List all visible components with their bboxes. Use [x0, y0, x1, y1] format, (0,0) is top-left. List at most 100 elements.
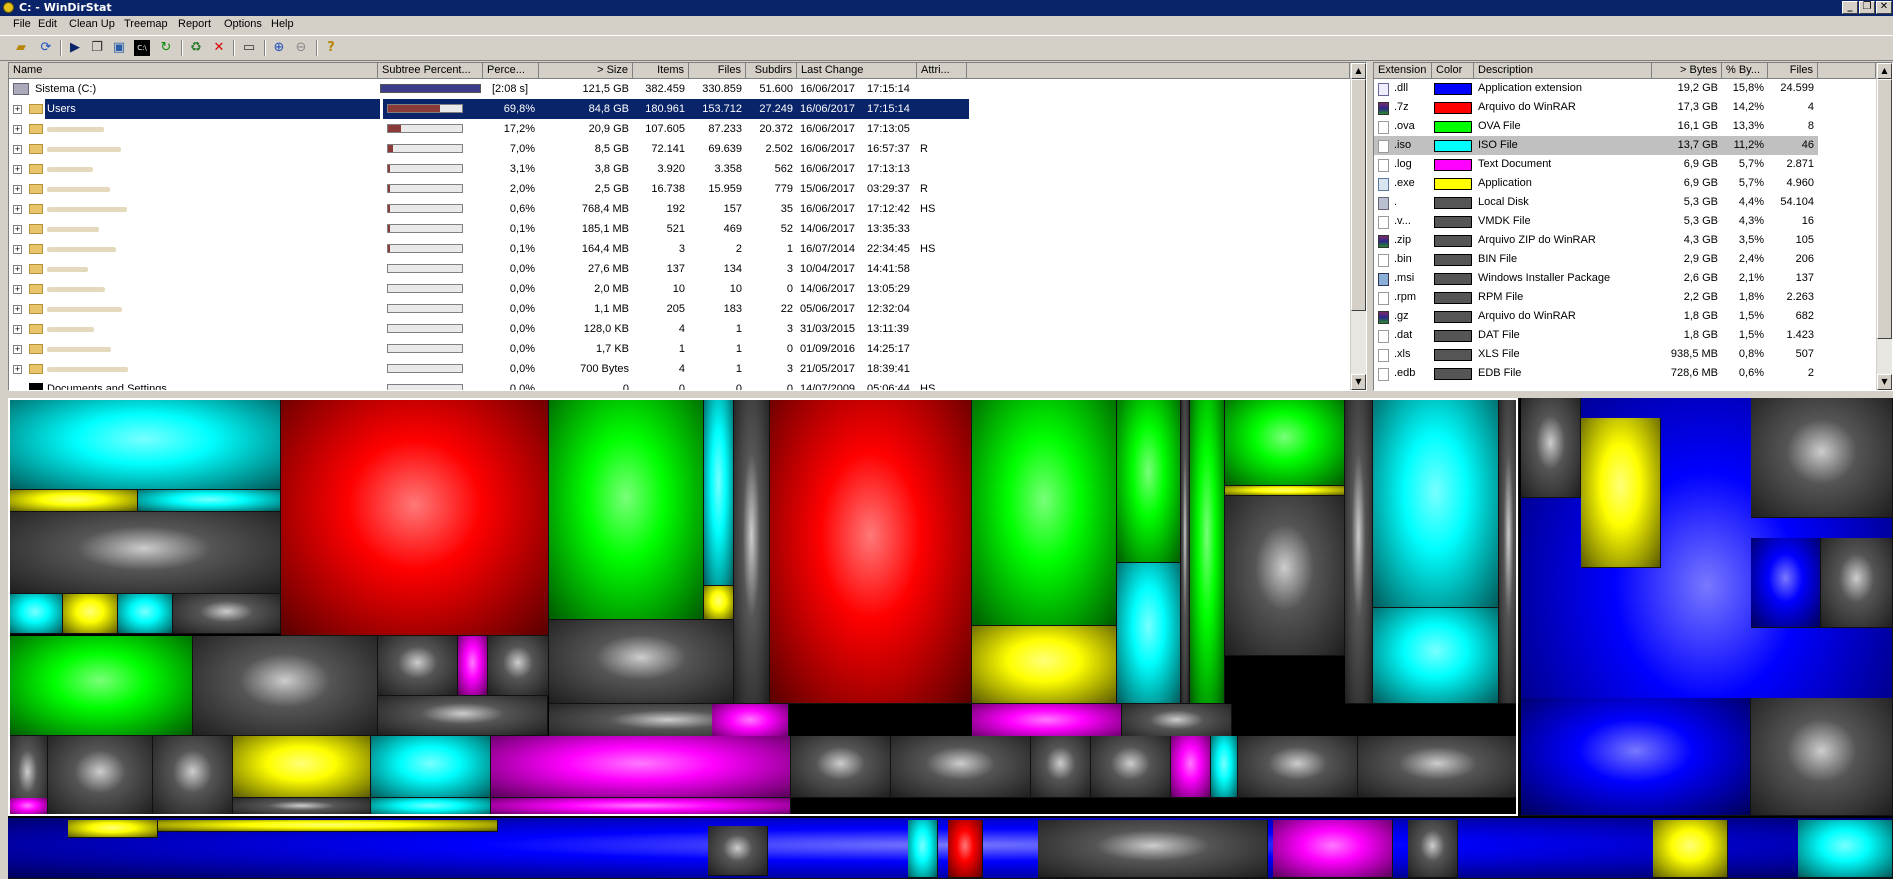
extension-row[interactable]: .edb EDB File 728,6 MB 0,6% 2	[1374, 364, 1818, 383]
scroll-thumb[interactable]	[1351, 79, 1366, 311]
col-header-attributes[interactable]: Attri...	[917, 63, 967, 79]
treemap-tile-other[interactable]	[1521, 398, 1581, 498]
treemap-tile-iso[interactable]	[1373, 608, 1499, 704]
extension-row[interactable]: .gz Arquivo do WinRAR 1,8 GB 1,5% 682	[1374, 307, 1818, 326]
treemap-tile-other[interactable]	[1225, 496, 1345, 656]
recycle-icon[interactable]: ♻	[188, 40, 204, 56]
extension-row[interactable]: . Local Disk 5,3 GB 4,4% 54.104	[1374, 193, 1818, 212]
treemap-tile-iso[interactable]	[704, 398, 734, 586]
expand-icon[interactable]: +	[13, 245, 22, 254]
treemap-tile-dll[interactable]	[1521, 698, 1751, 816]
treemap-tile-dll[interactable]	[1751, 538, 1821, 628]
menu-file[interactable]: File	[13, 18, 31, 30]
treemap-tile-other[interactable]	[1358, 736, 1518, 798]
treemap-tile-7z[interactable]	[770, 398, 972, 704]
treemap-tile-exe[interactable]	[233, 736, 371, 798]
treemap-tile-other[interactable]	[791, 736, 891, 798]
col-header-name[interactable]: Name	[9, 63, 378, 79]
help-icon[interactable]: ?	[323, 40, 339, 56]
treemap-tile-ova[interactable]	[8, 636, 193, 736]
col-header-items[interactable]: Items	[633, 63, 689, 79]
extension-row[interactable]: .exe Application 6,9 GB 5,7% 4.960	[1374, 174, 1818, 193]
menu-treemap[interactable]: Treemap	[124, 18, 168, 30]
treemap-tile-other[interactable]	[1091, 736, 1171, 798]
col-header-subdirs[interactable]: Subdirs	[746, 63, 797, 79]
extension-row[interactable]: .v... VMDK File 5,3 GB 4,3% 16	[1374, 212, 1818, 231]
expand-icon[interactable]: +	[13, 345, 22, 354]
treemap-tile-other[interactable]	[708, 826, 768, 876]
expand-icon[interactable]: +	[13, 205, 22, 214]
treemap-tile-log[interactable]	[712, 704, 789, 740]
ext-vertical-scrollbar[interactable]: ▲ ▼	[1876, 63, 1892, 390]
treemap-tile-other[interactable]	[1499, 398, 1519, 704]
tree-row[interactable]: +0,1% 185,1 MB 521 469 52 14/06/2017 13:35:33	[9, 219, 969, 239]
tree-row[interactable]: +0,0% 128,0 KB 4 1 3 31/03/2015 13:11:39	[9, 319, 969, 339]
treemap-tile-exe[interactable]	[63, 594, 118, 634]
expand-icon[interactable]: +	[13, 225, 22, 234]
menu-report[interactable]: Report	[178, 18, 211, 30]
treemap-tile-log[interactable]	[491, 736, 791, 798]
treemap-tile-other[interactable]	[1408, 820, 1458, 878]
scroll-up-button[interactable]: ▲	[1351, 63, 1366, 79]
tree-row[interactable]: +0,0% 1,7 KB 1 1 0 01/09/2016 14:25:17	[9, 339, 969, 359]
expand-icon[interactable]: +	[13, 125, 22, 134]
col-header-files[interactable]: Files	[1768, 63, 1818, 79]
menu-edit[interactable]: Edit	[38, 18, 57, 30]
treemap-tile-7z[interactable]	[948, 820, 983, 878]
scroll-down-button[interactable]: ▼	[1351, 374, 1366, 390]
cmd-icon[interactable]: C:\	[134, 40, 150, 56]
expand-icon[interactable]: +	[13, 325, 22, 334]
treemap-tile-iso[interactable]	[371, 736, 491, 798]
treemap-tile-log[interactable]	[8, 798, 48, 816]
copy-icon[interactable]: ❐	[89, 40, 105, 56]
extension-row[interactable]: .iso ISO File 13,7 GB 11,2% 46	[1374, 136, 1818, 155]
treemap-tile-log[interactable]	[458, 636, 488, 696]
col-header-percent[interactable]: Perce...	[483, 63, 539, 79]
col-header-description[interactable]: Description	[1474, 63, 1652, 79]
treemap-tile-exe[interactable]	[704, 586, 734, 620]
tree-row[interactable]: + Users 69,8% 84,8 GB 180.961 153.712 27.249 16…	[9, 99, 969, 119]
extension-row[interactable]: .dll Application extension 19,2 GB 15,8% 24.…	[1374, 79, 1818, 98]
expand-icon[interactable]: +	[13, 305, 22, 314]
minimize-button[interactable]: _	[1842, 1, 1858, 14]
tree-row[interactable]: +0,0% 1,1 MB 205 183 22 05/06/2017 12:32:04	[9, 299, 969, 319]
expand-icon[interactable]: +	[13, 185, 22, 194]
treemap-tile-iso[interactable]	[8, 398, 281, 490]
treemap-tile-other[interactable]	[891, 736, 1031, 798]
treemap-tile-ova[interactable]	[972, 398, 1117, 626]
treemap-view[interactable]	[8, 398, 1893, 879]
treemap-tile-7z[interactable]	[281, 398, 549, 636]
play-icon[interactable]: ▶	[67, 40, 83, 56]
treemap-tile-exe[interactable]	[1653, 820, 1728, 878]
treemap-tile-ova[interactable]	[1225, 398, 1345, 486]
extension-row[interactable]: .xls XLS File 938,5 MB 0,8% 507	[1374, 345, 1818, 364]
extension-row[interactable]: .zip Arquivo ZIP do WinRAR 4,3 GB 3,5% 105	[1374, 231, 1818, 250]
close-button[interactable]: ✕	[1876, 1, 1892, 14]
treemap-tile-other[interactable]	[1821, 538, 1893, 628]
treemap-tile-log[interactable]	[491, 798, 791, 816]
expand-icon[interactable]: +	[13, 165, 22, 174]
tree-row[interactable]: Documents and Settings 0,0% 0 0 0 0 14/07/2009…	[9, 379, 969, 390]
tree-row[interactable]: +0,0% 700 Bytes 4 1 3 21/05/2017 18:39:41	[9, 359, 969, 379]
tree-row[interactable]: +17,2% 20,9 GB 107.605 87.233 20.372 16/06/20…	[9, 119, 969, 139]
menu-help[interactable]: Help	[271, 18, 294, 30]
extension-row[interactable]: .7z Arquivo do WinRAR 17,3 GB 14,2% 4	[1374, 98, 1818, 117]
treemap-tile-other[interactable]	[173, 594, 281, 634]
treemap-tile-exe[interactable]	[1225, 486, 1345, 496]
treemap-tile-exe[interactable]	[972, 626, 1117, 704]
open-icon[interactable]: ▰	[13, 40, 29, 56]
tree-row[interactable]: +0,0% 2,0 MB 10 10 0 14/06/2017 13:05:29	[9, 279, 969, 299]
treemap-tile-other[interactable]	[1238, 736, 1358, 798]
treemap-tile-iso[interactable]	[8, 594, 63, 634]
refresh-selected-icon[interactable]: ↻	[158, 40, 174, 56]
col-header-last-change[interactable]: Last Change	[797, 63, 917, 79]
col-header-size[interactable]: > Size	[539, 63, 633, 79]
expand-icon[interactable]: +	[13, 105, 22, 114]
treemap-tile-other[interactable]	[549, 620, 734, 704]
treemap-tile-other[interactable]	[1031, 736, 1091, 798]
treemap-tile-iso[interactable]	[1798, 820, 1893, 878]
tree-row[interactable]: +7,0% 8,5 GB 72.141 69.639 2.502 16/06/2017 16…	[9, 139, 969, 159]
expand-icon[interactable]: +	[13, 265, 22, 274]
treemap-tile-other[interactable]	[1751, 698, 1893, 816]
refresh-icon[interactable]: ⟳	[38, 40, 54, 56]
